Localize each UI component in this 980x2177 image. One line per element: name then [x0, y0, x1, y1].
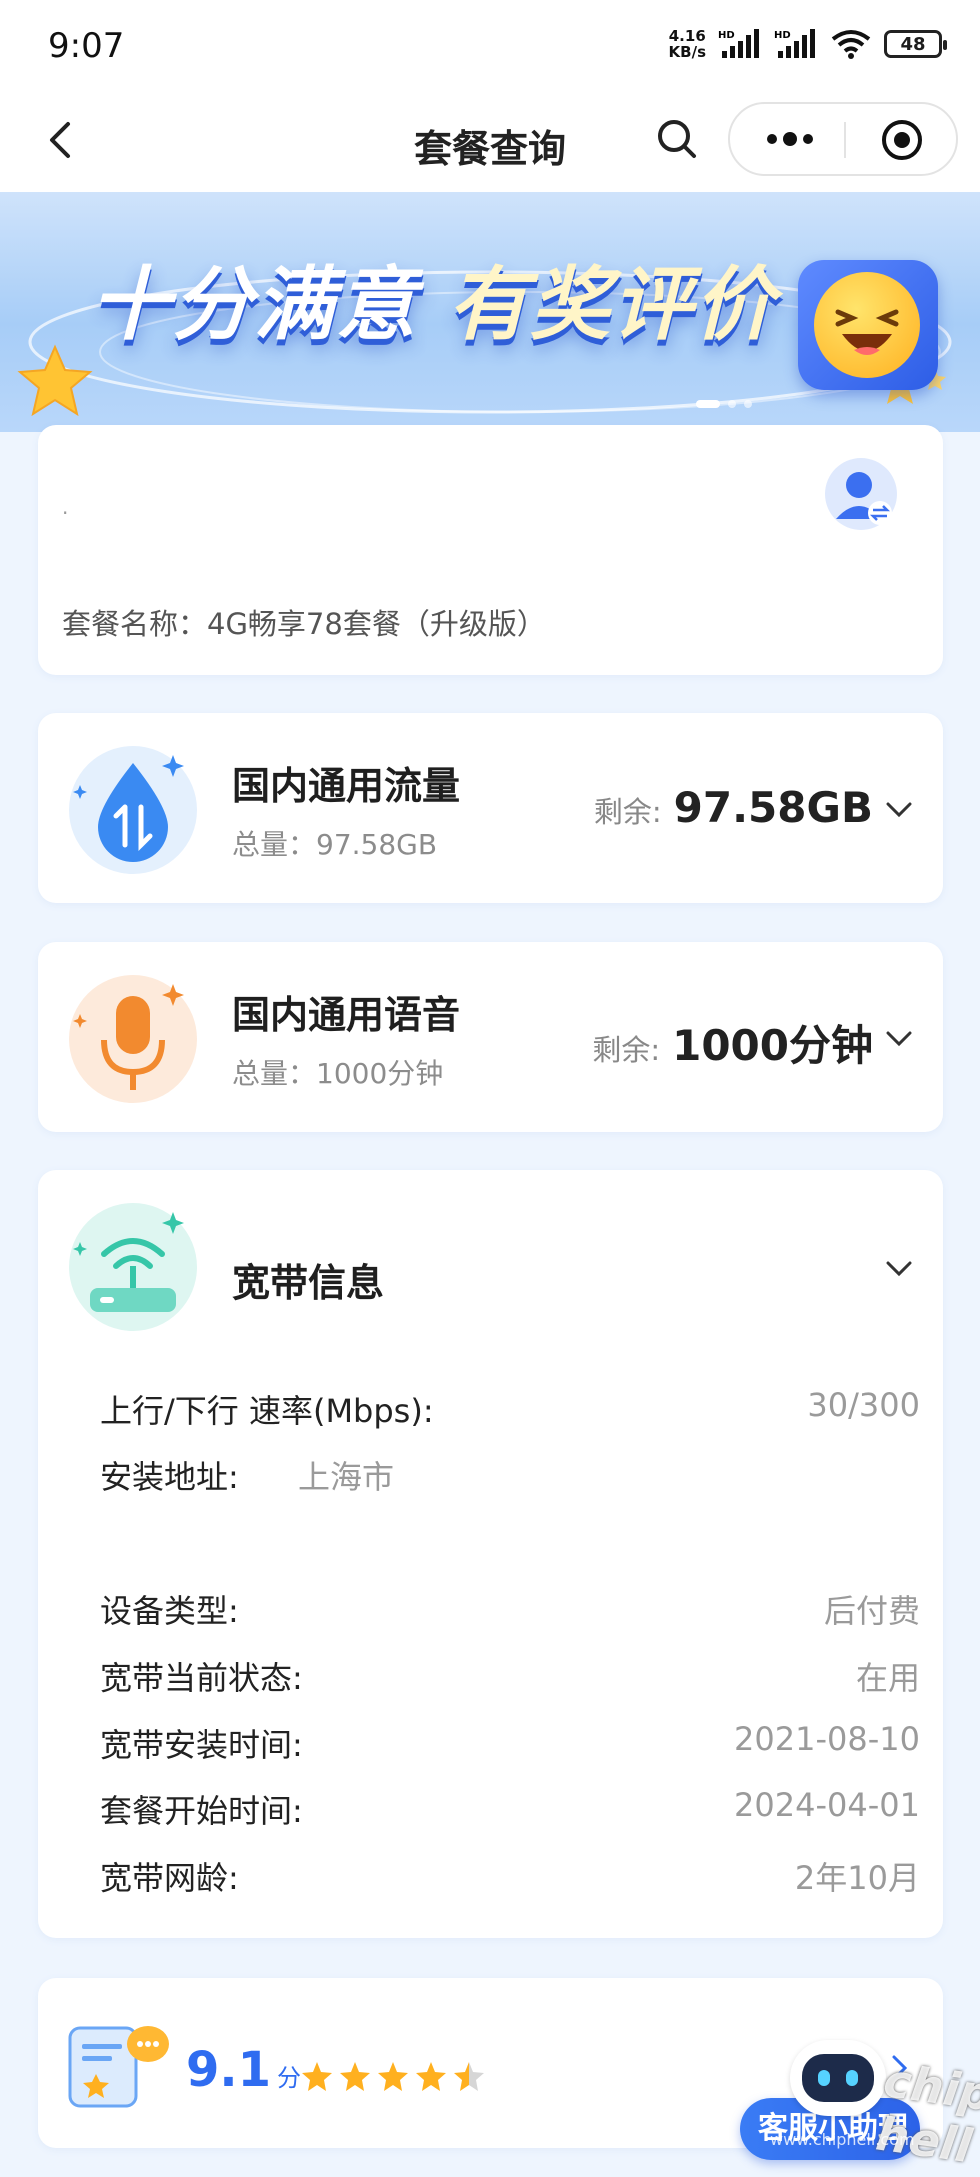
banner-dot[interactable]: [728, 400, 736, 408]
rating-score: 9.1 分: [186, 2042, 301, 2098]
broadband-row-install-time: 宽带安装时间: 2021-08-10: [100, 1720, 920, 1764]
switch-user-icon[interactable]: [824, 457, 898, 531]
target-icon[interactable]: [880, 118, 924, 162]
mini-program-capsule: [728, 102, 958, 176]
score-value: 9.1: [186, 2042, 272, 2098]
broadband-title: 宽带信息: [232, 1261, 385, 1305]
banner-dot[interactable]: [744, 400, 752, 408]
svg-text:HD: HD: [718, 30, 735, 41]
plan-name: 套餐名称：4G畅享78套餐（升级版）: [62, 607, 546, 641]
battery-icon: 48: [884, 30, 947, 58]
data-usage-card[interactable]: 国内通用流量 总量：97.58GB 剩余: 97.58GB: [38, 713, 943, 903]
watermark: chip hell: [873, 2052, 980, 2174]
capsule-divider: [844, 122, 846, 158]
user-plan-card: . 套餐名称：4G畅享78套餐（升级版）: [38, 425, 943, 675]
voice-remaining: 剩余: 1000分钟: [592, 1012, 873, 1073]
nav-bar: 套餐查询: [0, 92, 980, 192]
data-remaining: 剩余: 97.58GB: [594, 783, 873, 832]
promo-banner[interactable]: 十分满意 有奖评价: [0, 192, 980, 432]
chevron-down-icon[interactable]: [883, 1022, 915, 1054]
signal-icon: HD: [718, 29, 759, 58]
chevron-down-icon[interactable]: [883, 1252, 915, 1284]
broadband-row-speed: 上行/下行 速率(Mbps): 30/300: [100, 1386, 920, 1430]
status-time: 9:07: [48, 26, 125, 66]
account-mark: .: [62, 495, 69, 519]
status-icons: 4.16 KB/s HD HD 48: [668, 27, 947, 61]
data-total: 总量：97.58GB: [232, 828, 438, 861]
signal-icon: HD: [774, 29, 815, 58]
broadband-info-card: 宽带信息 上行/下行 速率(Mbps): 30/300 安装地址: 上海市 设备…: [38, 1170, 943, 1938]
broadband-row-age: 宽带网龄: 2年10月: [100, 1859, 920, 1897]
star-icon: [454, 2062, 484, 2091]
data-title: 国内通用流量: [232, 764, 461, 808]
broadband-row-plan-start: 套餐开始时间: 2024-04-01: [100, 1786, 920, 1830]
microphone-icon: [69, 975, 197, 1103]
broadband-row-address: 安装地址: 上海市: [100, 1458, 395, 1496]
broadband-row-status: 宽带当前状态: 在用: [100, 1659, 920, 1697]
star-icon: [302, 2062, 332, 2091]
watermark-url: www.chiphell.com: [770, 2130, 915, 2149]
router-icon: [69, 1203, 197, 1331]
remain-value: 97.58GB: [673, 783, 873, 832]
remain-label: 剩余:: [592, 1033, 661, 1067]
more-icon[interactable]: [760, 124, 820, 154]
star-icon: [416, 2062, 446, 2091]
rating-stars: [300, 2060, 486, 2094]
star-icon: [378, 2062, 408, 2091]
data-drop-icon: [69, 746, 197, 874]
star-icon: [340, 2062, 370, 2091]
chevron-down-icon[interactable]: [883, 793, 915, 825]
voice-title: 国内通用语音: [232, 993, 461, 1037]
remain-value: 1000分钟: [672, 1021, 873, 1070]
banner-dot[interactable]: [696, 400, 720, 408]
robot-assistant-icon[interactable]: [790, 2040, 886, 2116]
banner-pagination: [696, 400, 752, 408]
banner-slogan: 十分满意 有奖评价: [90, 258, 776, 351]
search-icon[interactable]: [652, 114, 702, 164]
wifi-icon: [831, 30, 871, 59]
rating-clipboard-icon: [68, 2026, 169, 2108]
status-bar: 9:07 4.16 KB/s HD HD 48: [0, 0, 980, 92]
voice-usage-card[interactable]: 国内通用语音 总量：1000分钟 剩余: 1000分钟: [38, 942, 943, 1132]
svg-text:HD: HD: [774, 30, 791, 41]
broadband-row-device: 设备类型: 后付费: [100, 1592, 920, 1630]
score-unit: 分: [277, 2064, 302, 2092]
net-speed: 4.16 KB/s: [668, 27, 706, 61]
laughing-emoji-icon: [798, 260, 938, 390]
remain-label: 剩余:: [593, 795, 662, 829]
voice-total: 总量：1000分钟: [232, 1057, 444, 1090]
